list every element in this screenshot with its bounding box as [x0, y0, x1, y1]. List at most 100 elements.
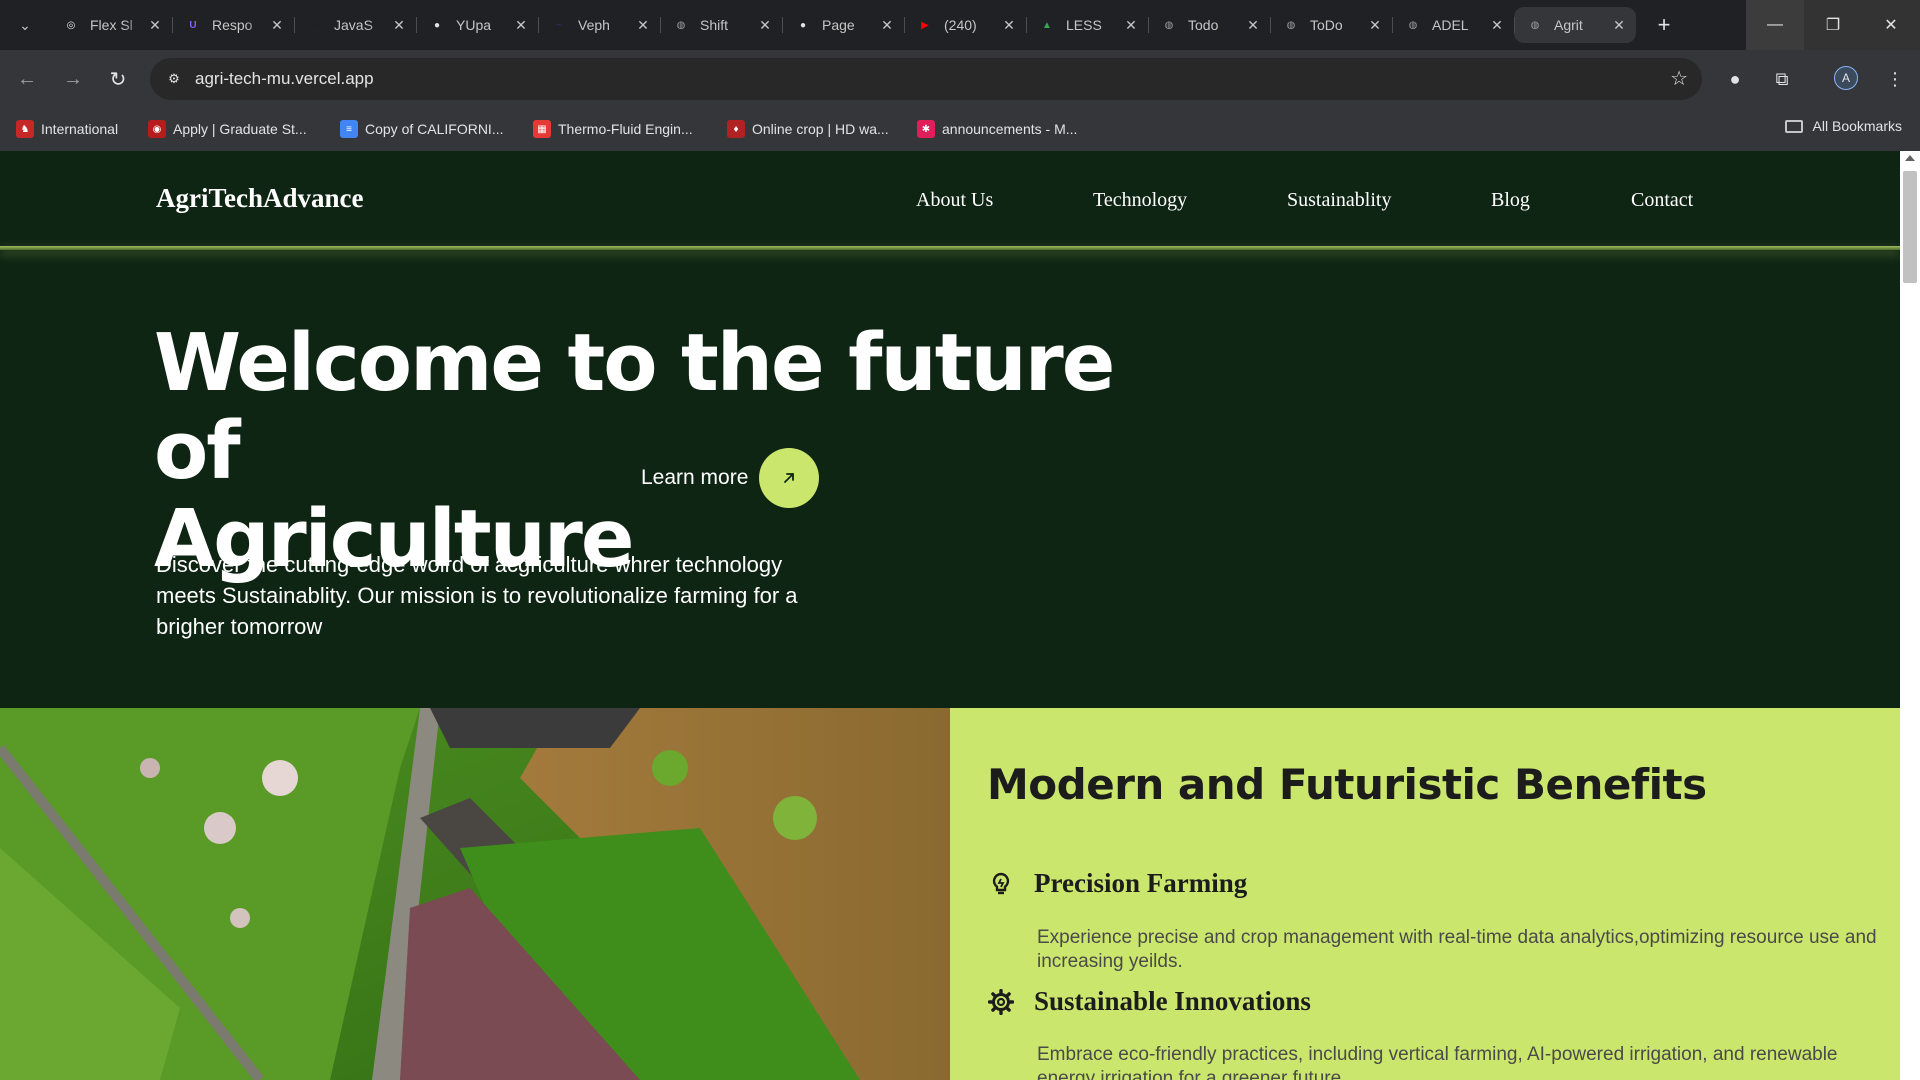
- minimize-button[interactable]: —: [1746, 0, 1804, 50]
- tab-title: Veph: [578, 17, 610, 33]
- all-bookmarks-button[interactable]: All Bookmarks: [1784, 118, 1902, 134]
- extensions-puzzle-icon[interactable]: ⧉: [1767, 64, 1797, 94]
- browser-tab[interactable]: ● Page ✕: [782, 7, 904, 43]
- browser-tab[interactable]: ◍ ToDo ✕: [1270, 7, 1392, 43]
- close-tab-icon[interactable]: ✕: [1610, 16, 1628, 34]
- gear-icon: [988, 988, 1014, 1015]
- browser-tab[interactable]: M JavaS ✕: [294, 7, 416, 43]
- close-tab-icon[interactable]: ✕: [1244, 16, 1262, 34]
- tab-title: Agrit: [1554, 17, 1583, 33]
- tab-title: YUpa: [456, 17, 492, 33]
- nav-link-contact[interactable]: Contact: [1631, 189, 1693, 212]
- aerial-farm-photo: [0, 708, 950, 1080]
- close-tab-icon[interactable]: ✕: [146, 16, 164, 34]
- close-tab-icon[interactable]: ✕: [1488, 16, 1506, 34]
- extension-bug-icon[interactable]: ●: [1720, 64, 1750, 94]
- restore-button[interactable]: ❐: [1804, 0, 1862, 50]
- bookmark-item[interactable]: ✱ announcements - M...: [917, 118, 1077, 140]
- tab-list: ◎ Flex Sl ✕ U Respo ✕ M JavaS ✕ ● YUpa ✕ ~ Veph ✕ ◍ Shif…: [50, 7, 1636, 43]
- address-bar-url[interactable]: agri-tech-mu.vercel.app: [195, 69, 374, 89]
- bookmark-label: Copy of CALIFORNI...: [365, 121, 504, 137]
- github-icon: ●: [433, 19, 441, 31]
- browser-tab[interactable]: ~ Veph ✕: [538, 7, 660, 43]
- bookmark-item[interactable]: ♞ International: [16, 118, 118, 140]
- bookmark-label: Apply | Graduate St...: [173, 121, 307, 137]
- site-nav-links: About Us Technology Sustainablity Blog C…: [0, 189, 1900, 215]
- browser-tab[interactable]: ▲ LESS ✕: [1026, 7, 1148, 43]
- browser-tab[interactable]: U Respo ✕: [172, 7, 294, 43]
- bookmark-label: announcements - M...: [942, 121, 1078, 137]
- address-bar[interactable]: ⚙ agri-tech-mu.vercel.app ☆: [150, 58, 1702, 100]
- scrollbar-thumb[interactable]: [1903, 171, 1917, 283]
- nav-link-sustainability[interactable]: Sustainablity: [1287, 189, 1391, 212]
- tab-strip: ⌄ ◎ Flex Sl ✕ U Respo ✕ M JavaS ✕ ● YUpa ✕ ~ Veph ✕ ◍ Sh…: [0, 0, 1920, 50]
- nav-link-technology[interactable]: Technology: [1093, 189, 1187, 212]
- tab-title: ToDo: [1310, 17, 1343, 33]
- browser-tab[interactable]: ◎ Flex Sl ✕: [50, 7, 172, 43]
- tab-title: Respo: [212, 17, 253, 33]
- nav-link-about[interactable]: About Us: [916, 189, 993, 212]
- learn-more-link[interactable]: Learn more: [641, 448, 820, 508]
- learn-more-label[interactable]: Learn more: [641, 466, 748, 490]
- forward-arrow-icon[interactable]: →: [58, 64, 88, 94]
- tab-title: ADEL: [1432, 17, 1469, 33]
- close-tab-icon[interactable]: ✕: [756, 16, 774, 34]
- bookmark-item[interactable]: ♦ Online crop | HD wa...: [727, 118, 889, 140]
- close-tab-icon[interactable]: ✕: [1122, 16, 1140, 34]
- benefit-description: Embrace eco-friendly practices, includin…: [1037, 1044, 1838, 1080]
- back-arrow-icon[interactable]: ←: [12, 64, 42, 94]
- page-scrollbar[interactable]: [1900, 151, 1920, 1080]
- bookmark-favicon-icon: ♞: [16, 120, 34, 138]
- globe-icon: ◍: [676, 19, 686, 31]
- close-tab-icon[interactable]: ✕: [634, 16, 652, 34]
- bookmark-item[interactable]: ◉ Apply | Graduate St...: [148, 118, 307, 140]
- close-tab-icon[interactable]: ✕: [390, 16, 408, 34]
- globe-icon: ◍: [1408, 19, 1418, 31]
- hero-title-line-1: Welcome to the future of: [154, 317, 1115, 497]
- benefits-title: Modern and Futuristic Benefits: [987, 760, 1707, 809]
- arrow-up-right-icon[interactable]: [759, 448, 820, 508]
- globe-icon: ◍: [1286, 19, 1296, 31]
- close-tab-icon[interactable]: ✕: [1000, 16, 1018, 34]
- all-bookmarks-label: All Bookmarks: [1812, 118, 1902, 134]
- new-tab-button[interactable]: +: [1650, 11, 1678, 39]
- benefit-heading-sustainable: Sustainable Innovations: [988, 986, 1311, 1017]
- browser-tab[interactable]: ◍ Shift ✕: [660, 7, 782, 43]
- hero-description: Discover the cutting-edge wolrd of acgri…: [156, 552, 798, 639]
- close-tab-icon[interactable]: ✕: [878, 16, 896, 34]
- github-icon: ●: [799, 19, 807, 31]
- nav-link-blog[interactable]: Blog: [1491, 189, 1530, 212]
- veph-icon: ~: [556, 19, 562, 31]
- youtube-icon: ▶: [921, 19, 929, 31]
- benefit-description: Experience precise and crop management w…: [1037, 927, 1877, 972]
- window-controls: — ❐ ✕: [1746, 0, 1920, 50]
- site-info-icon[interactable]: ⚙: [159, 64, 189, 94]
- browser-toolbar: ← → ↻ ⚙ agri-tech-mu.vercel.app ☆ ● ⧉ ⋮: [0, 50, 1920, 107]
- globe-icon: ◍: [1530, 19, 1540, 31]
- browser-tab[interactable]: ● YUpa ✕: [416, 7, 538, 43]
- bookmark-item[interactable]: ≡ Copy of CALIFORNI...: [340, 118, 503, 140]
- google-drive-icon: ▲: [1042, 19, 1052, 31]
- bookmark-item[interactable]: ▦ Thermo-Fluid Engin...: [533, 118, 693, 140]
- browser-tab[interactable]: ◍ ADEL ✕: [1392, 7, 1514, 43]
- scroll-up-arrow-icon[interactable]: [1905, 155, 1915, 161]
- tab-title: Todo: [1188, 17, 1219, 33]
- close-window-button[interactable]: ✕: [1862, 0, 1920, 50]
- m-logo-icon: M: [310, 19, 320, 31]
- browser-tab[interactable]: ◍ Todo ✕: [1148, 7, 1270, 43]
- profile-avatar[interactable]: A: [1834, 66, 1858, 90]
- close-tab-icon[interactable]: ✕: [1366, 16, 1384, 34]
- browser-tab[interactable]: ▶ (240) ✕: [904, 7, 1026, 43]
- close-tab-icon[interactable]: ✕: [512, 16, 530, 34]
- bookmark-star-icon[interactable]: ☆: [1670, 66, 1688, 91]
- tab-search-chevron-icon[interactable]: ⌄: [12, 12, 38, 38]
- bookmark-favicon-icon: ✱: [917, 120, 935, 138]
- bookmarks-bar: ♞ International ◉ Apply | Graduate St... ≡ Co…: [0, 107, 1920, 151]
- tab-title: JavaS: [334, 17, 373, 33]
- folder-icon: [1784, 119, 1803, 133]
- reload-icon[interactable]: ↻: [103, 64, 133, 94]
- close-tab-icon[interactable]: ✕: [268, 16, 286, 34]
- menu-kebab-icon[interactable]: ⋮: [1880, 64, 1910, 94]
- browser-tab[interactable]: ◍ Agrit ✕: [1514, 7, 1636, 43]
- tab-title: Flex Sl: [90, 17, 133, 33]
